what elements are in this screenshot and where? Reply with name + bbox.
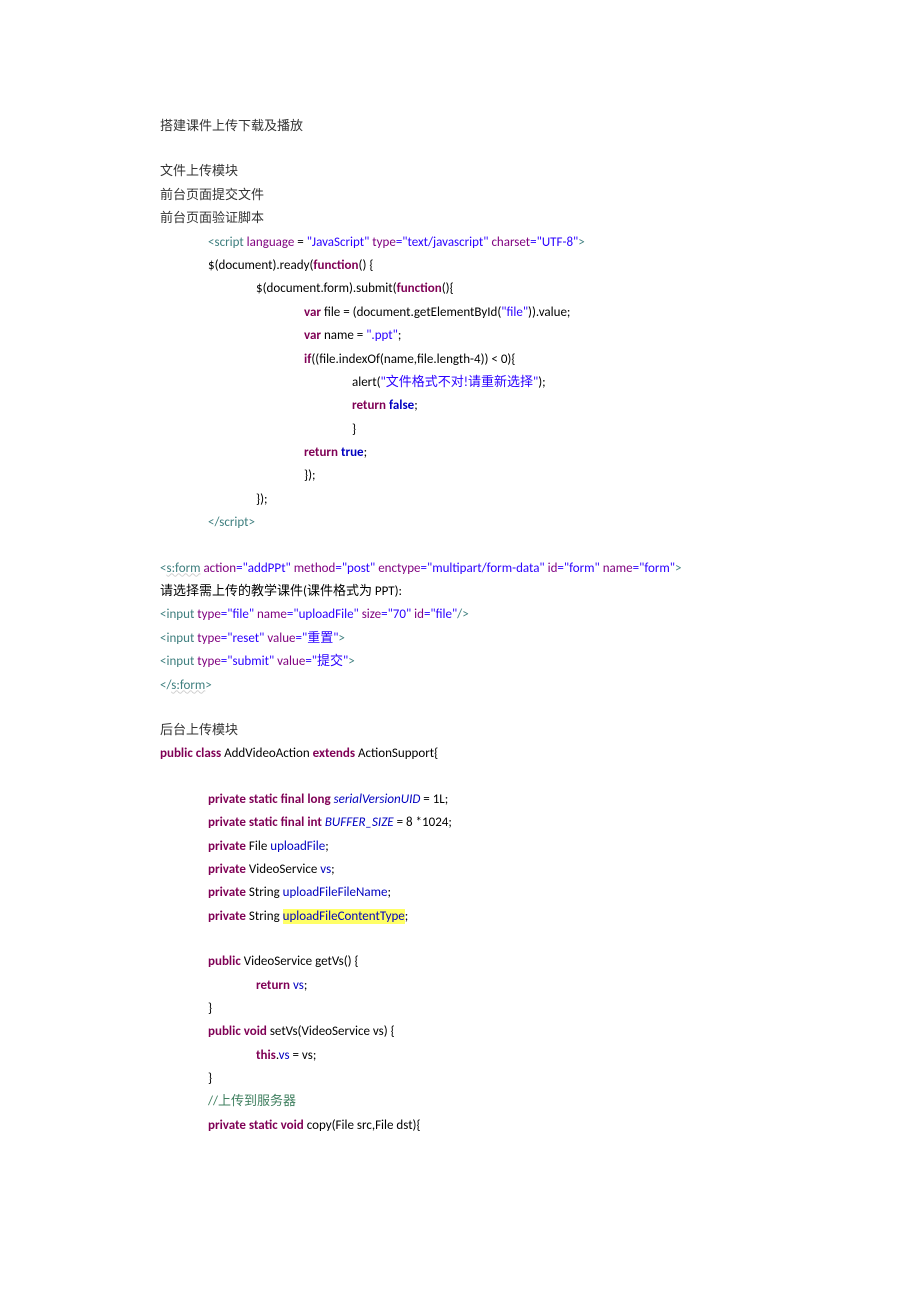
heading-backend-upload: 后台上传模块: [160, 719, 760, 742]
code-line: private static final int BUFFER_SIZE = 8…: [160, 811, 760, 834]
code-line: var name = ".ppt";: [160, 324, 760, 347]
code-line: public VideoService getVs() {: [160, 950, 760, 973]
code-line: }: [160, 997, 760, 1020]
code-line: alert("文件格式不对!请重新选择");: [160, 371, 760, 394]
heading-frontend-submit: 前台页面提交文件: [160, 184, 760, 207]
code-line: private String uploadFileContentType;: [160, 905, 760, 928]
code-line: private String uploadFileFileName;: [160, 881, 760, 904]
code-line: 请选择需上传的教学课件(课件格式为 PPT):: [160, 580, 760, 603]
code-line: return vs;: [160, 974, 760, 997]
code-line: if((file.indexOf(name,file.length-4)) < …: [160, 348, 760, 371]
code-line: $(document.form).submit(function(){: [160, 277, 760, 300]
document-page: { "title": "搭建课件上传下载及播放", "headings": { …: [0, 0, 920, 1302]
code-line: });: [160, 464, 760, 487]
code-line: <input type="file" name="uploadFile" siz…: [160, 603, 760, 626]
code-line: <input type="reset" value="重置">: [160, 627, 760, 650]
heading-upload-module: 文件上传模块: [160, 160, 760, 183]
heading-frontend-validate: 前台页面验证脚本: [160, 207, 760, 230]
code-line: return false;: [160, 394, 760, 417]
code-line: </script>: [160, 511, 760, 534]
code-line: private File uploadFile;: [160, 835, 760, 858]
code-line: <script language = "JavaScript" type="te…: [160, 231, 760, 254]
code-line: }: [160, 1067, 760, 1090]
code-line: <input type="submit" value="提交">: [160, 650, 760, 673]
code-line: <s:form action="addPPt" method="post" en…: [160, 557, 760, 580]
code-line: $(document).ready(function() {: [160, 254, 760, 277]
code-line: private static final long serialVersionU…: [160, 788, 760, 811]
code-line: private static void copy(File src,File d…: [160, 1114, 760, 1137]
code-line: public void setVs(VideoService vs) {: [160, 1020, 760, 1043]
code-line: }: [160, 418, 760, 441]
code-line: this.vs = vs;: [160, 1044, 760, 1067]
code-line: return true;: [160, 441, 760, 464]
code-line: public class AddVideoAction extends Acti…: [160, 742, 760, 765]
code-line: var file = (document.getElementById("fil…: [160, 301, 760, 324]
code-line: });: [160, 488, 760, 511]
code-line: </s:form>: [160, 674, 760, 697]
code-comment: //上传到服务器: [160, 1090, 760, 1113]
code-line: private VideoService vs;: [160, 858, 760, 881]
doc-title: 搭建课件上传下载及播放: [160, 115, 760, 138]
